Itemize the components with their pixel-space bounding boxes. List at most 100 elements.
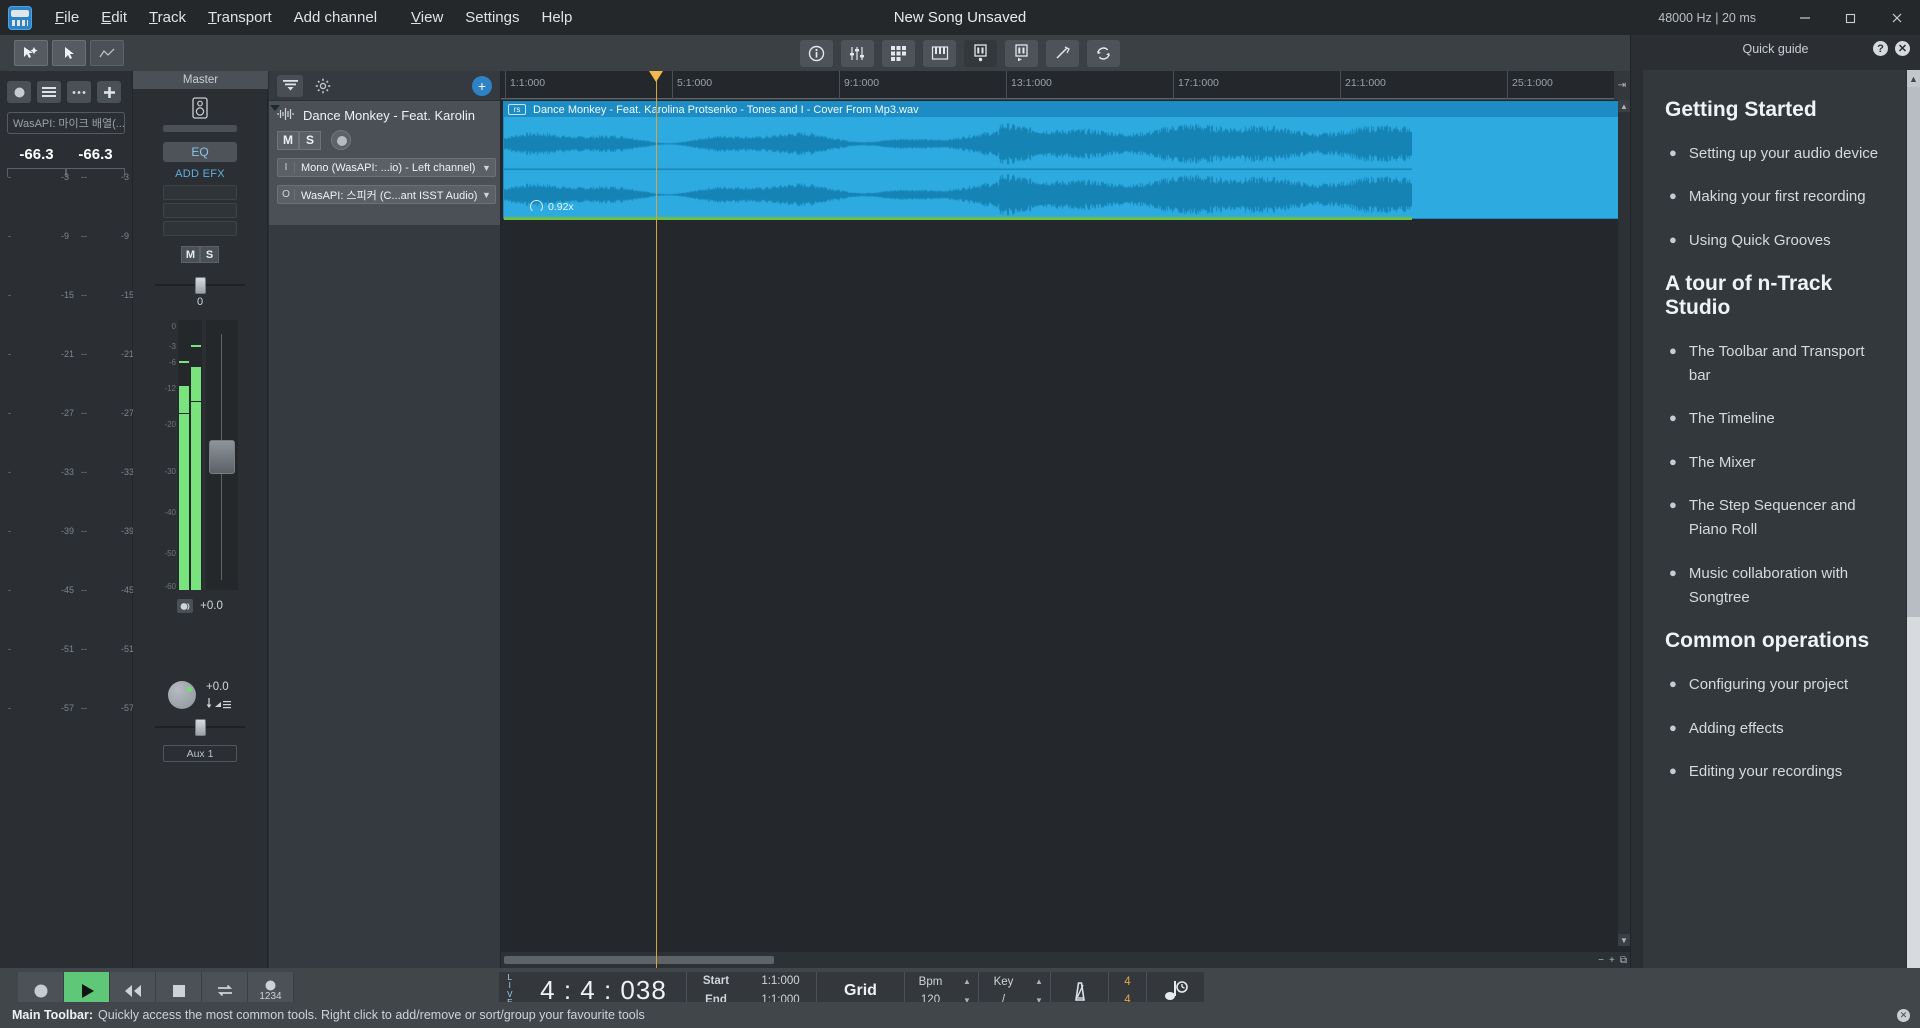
key-spin-up[interactable]: ▲ (1035, 977, 1043, 986)
start-value[interactable]: 1:1:000 (745, 975, 816, 987)
track-mute-button[interactable]: M (277, 130, 299, 150)
envelope-tool-icon[interactable] (90, 40, 124, 66)
menu-transport[interactable]: Transport (197, 3, 283, 32)
clip-header[interactable]: rs Dance Monkey - Feat. Karolina Protsen… (504, 102, 1627, 117)
effect-slot[interactable] (163, 221, 237, 236)
quick-guide-link[interactable]: ● Configuring your project (1665, 673, 1884, 697)
info-icon[interactable] (800, 39, 833, 67)
ruler-mark: 1:1:000 (505, 71, 545, 99)
chevron-down-icon[interactable]: ▼ (477, 190, 495, 200)
add-track-button[interactable]: + (472, 75, 492, 96)
track-name-label[interactable]: Dance Monkey - Feat. Karolin (303, 108, 475, 123)
timeline-ruler[interactable]: ⇥ 1:1:000 5:1:000 9:1:000 13:1:000 17:1:000 2… (501, 71, 1630, 100)
master-aux-slider[interactable] (155, 719, 245, 736)
clip-speed-badge[interactable]: 0.92x (530, 200, 574, 213)
arrange-horizontal-scrollbar[interactable] (501, 952, 1618, 968)
input-meters: -66.3 -66.3 - -3 -- -3- -9 -- -9- -15 -- -15- -21-… (7, 142, 134, 713)
playhead[interactable] (649, 71, 663, 968)
sidebar-scrollbar[interactable]: ▲ (1907, 70, 1920, 1028)
sidebar-scroll-thumb[interactable] (1907, 87, 1920, 617)
quick-guide-link[interactable]: ● Setting up your audio device (1665, 142, 1884, 166)
master-pan-slider[interactable] (155, 277, 245, 294)
quick-guide-link[interactable]: ● Music collaboration with Songtree (1665, 562, 1884, 611)
scroll-up-icon[interactable]: ▲ (1618, 100, 1630, 112)
ruler-scroll-right-icon[interactable]: ⇥ (1614, 71, 1630, 100)
quick-guide-link[interactable]: ● The Timeline (1665, 407, 1884, 431)
record-arm-icon[interactable] (7, 81, 31, 103)
select-move-tool-icon[interactable] (14, 40, 48, 66)
quick-guide-link[interactable]: ● Using Quick Grooves (1665, 229, 1884, 253)
chevron-down-icon[interactable]: ▼ (477, 163, 495, 173)
n-track-studio-window: File Edit Track Transport Add channel Vi… (0, 0, 1920, 1028)
status-close-icon[interactable]: ✕ (1897, 1008, 1910, 1022)
close-icon[interactable]: ✕ (1895, 41, 1910, 56)
restore-button[interactable] (1828, 0, 1874, 35)
track-solo-button[interactable]: S (299, 130, 321, 150)
aux-button[interactable]: Aux 1 (163, 745, 237, 762)
time-sig-numerator[interactable]: 4 (1124, 976, 1130, 988)
menu-view[interactable]: View (400, 3, 454, 32)
track-output-selector[interactable]: O WasAPI: 스피커 (C...ant ISST Audio) ▼ (277, 185, 497, 204)
quick-guide-link[interactable]: ● The Mixer (1665, 451, 1884, 475)
master-db-scale: 0 -3 -6 -12 -20 -30 -40 -50 -60 (162, 320, 176, 591)
tuner-icon[interactable] (1046, 39, 1079, 67)
master-db-tick: -30 (164, 467, 176, 476)
audio-clip[interactable]: rs Dance Monkey - Feat. Karolina Protsen… (503, 101, 1628, 220)
effect-slot[interactable] (163, 203, 237, 218)
arrow-tool-icon[interactable] (52, 40, 86, 66)
master-solo-button[interactable]: S (200, 246, 219, 263)
quick-guide-link[interactable]: ● The Toolbar and Transport bar (1665, 340, 1884, 389)
sidebar-scroll-up-icon[interactable]: ▲ (1907, 70, 1920, 87)
menu-settings[interactable]: Settings (454, 3, 530, 32)
arrange-view[interactable]: ⇥ 1:1:000 5:1:000 9:1:000 13:1:000 17:1:000 2… (501, 71, 1630, 968)
zoom-in-button[interactable]: + (1609, 955, 1615, 966)
step-sequencer-icon[interactable] (964, 39, 997, 67)
master-fader-thumb[interactable] (209, 440, 235, 474)
piano-keys-icon[interactable] (923, 39, 956, 67)
menu-help[interactable]: Help (531, 3, 584, 32)
more-options-icon[interactable] (67, 81, 91, 103)
scroll-down-icon[interactable]: ▼ (1618, 934, 1630, 946)
bpm-spin-up[interactable]: ▲ (963, 977, 971, 986)
master-fader[interactable] (206, 320, 238, 590)
track-record-arm-button[interactable] (331, 130, 351, 150)
gain-toggle-icon[interactable] (177, 599, 194, 613)
input-badge: I (278, 162, 295, 173)
master-db-tick: -60 (164, 582, 176, 591)
effect-slot[interactable] (163, 185, 237, 200)
quick-guide-link[interactable]: ● Making your first recording (1665, 185, 1884, 209)
eq-button[interactable]: EQ (163, 142, 237, 162)
input-panel-buttons (0, 71, 132, 109)
quick-guide-link-label: Music collaboration with Songtree (1688, 564, 1849, 606)
list-view-icon[interactable] (37, 81, 61, 103)
track-input-selector[interactable]: I Mono (WasAPI: ...io) - Left channel) ▼ (277, 158, 497, 177)
menu-add-channel[interactable]: Add channel (283, 3, 388, 32)
track-list-icon[interactable] (277, 74, 303, 97)
status-bar: Main Toolbar: Quickly access the most co… (0, 1002, 1920, 1028)
master-mute-button[interactable]: M (181, 246, 200, 263)
track-row[interactable]: Dance Monkey - Feat. Karolin M S I Mono … (269, 100, 500, 225)
zoom-fit-button[interactable]: ⧉ (1620, 955, 1627, 966)
add-input-icon[interactable] (97, 81, 121, 103)
hscroll-thumb[interactable] (504, 956, 774, 964)
master-pan-knob[interactable] (168, 681, 196, 709)
close-button[interactable] (1874, 0, 1920, 35)
track-settings-gear-icon[interactable] (313, 76, 333, 96)
add-efx-label[interactable]: ADD EFX (133, 168, 267, 180)
quick-guide-link[interactable]: ● The Step Sequencer and Piano Roll (1665, 494, 1884, 543)
help-icon[interactable]: ? (1873, 41, 1888, 56)
menu-edit[interactable]: Edit (90, 3, 138, 32)
menu-file[interactable]: File (44, 3, 90, 32)
refresh-icon[interactable] (1087, 39, 1120, 67)
input-device-field[interactable]: WasAPI: 마이크 배열(.... (7, 112, 125, 134)
grid-matrix-icon[interactable] (882, 39, 915, 67)
zoom-out-button[interactable]: − (1598, 955, 1604, 966)
minimize-button[interactable] (1782, 0, 1828, 35)
arrange-vertical-scrollbar[interactable]: ▲ ▼ (1618, 100, 1630, 946)
quick-guide-link[interactable]: ● Editing your recordings (1665, 760, 1884, 784)
toolbar-tools-group (14, 40, 124, 66)
quick-guide-link[interactable]: ● Adding effects (1665, 717, 1884, 741)
mixer-faders-icon[interactable] (841, 39, 874, 67)
menu-track[interactable]: Track (138, 3, 197, 32)
piano-roll-icon[interactable] (1005, 39, 1038, 67)
